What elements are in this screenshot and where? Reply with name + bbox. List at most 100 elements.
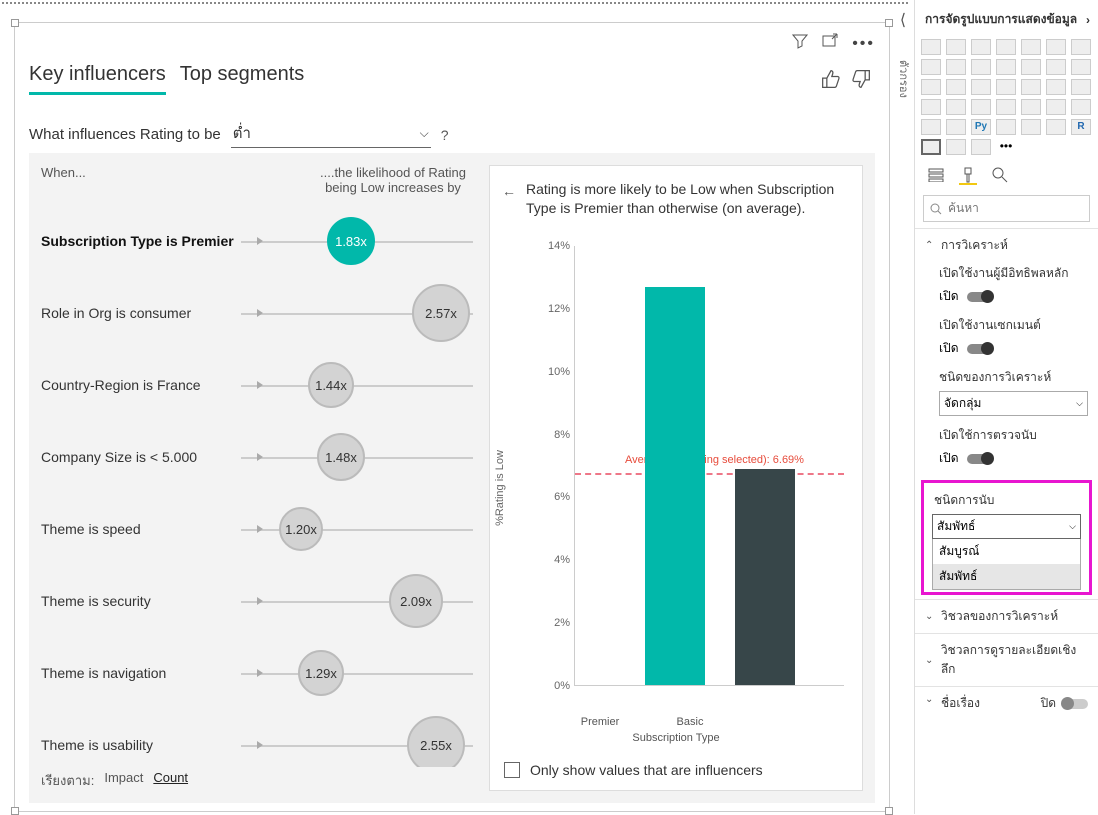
viz-type-icon[interactable]	[1046, 39, 1066, 55]
viz-type-icon[interactable]	[996, 79, 1016, 95]
section-analysis[interactable]: ⌃การวิเคราะห์	[915, 229, 1098, 262]
viz-type-icon[interactable]	[946, 79, 966, 95]
format-search-input[interactable]: ค้นหา	[923, 195, 1090, 222]
viz-type-icon[interactable]	[971, 139, 991, 155]
influencer-row[interactable]: Theme is speed1.20x	[41, 493, 473, 565]
influencer-row[interactable]: Country-Region is France1.44x	[41, 349, 473, 421]
influencer-bubble[interactable]: 1.48x	[317, 433, 365, 481]
viz-type-icon[interactable]	[1071, 99, 1091, 115]
option-absolute[interactable]: สัมบูรณ์	[933, 539, 1080, 564]
fields-tab-icon[interactable]	[927, 167, 945, 185]
viz-type-icon[interactable]	[946, 39, 966, 55]
section-vis-analysis[interactable]: ⌄วิชวลของการวิเคราะห์	[915, 600, 1098, 633]
viz-type-py-icon[interactable]: Py	[971, 119, 991, 135]
detail-text: Rating is more likely to be Low when Sub…	[526, 180, 846, 218]
viz-type-icon[interactable]	[996, 99, 1016, 115]
more-options-icon[interactable]: •••	[852, 35, 875, 53]
viz-type-icon[interactable]	[996, 119, 1016, 135]
viz-type-icon[interactable]	[971, 59, 991, 75]
influencer-row[interactable]: Company Size is < 5.0001.48x	[41, 421, 473, 493]
viz-type-icon[interactable]	[971, 99, 991, 115]
influencer-row[interactable]: Theme is navigation1.29x	[41, 637, 473, 709]
filter-icon[interactable]	[792, 33, 808, 54]
dropdown-count-type[interactable]: สัมพัทธ์⌵	[932, 514, 1081, 539]
toggle-enable-key[interactable]	[967, 292, 993, 302]
toggle-title[interactable]	[1062, 699, 1088, 709]
format-tab-icon[interactable]	[959, 167, 977, 185]
chevron-right-icon[interactable]: ›	[1086, 13, 1090, 27]
more-visuals-icon[interactable]: •••	[996, 139, 1016, 155]
collapse-rail-icon[interactable]: ⟨	[896, 10, 910, 30]
viz-type-icon[interactable]	[1071, 39, 1091, 55]
y-tick: 14%	[548, 240, 570, 252]
viz-type-icon[interactable]	[921, 119, 941, 135]
viz-type-icon[interactable]	[946, 59, 966, 75]
chart-bar[interactable]	[735, 469, 795, 685]
col-when: When...	[41, 165, 86, 195]
thumbs-up-icon[interactable]	[821, 69, 841, 94]
focus-mode-icon[interactable]	[822, 33, 838, 54]
influencer-bubble[interactable]: 2.55x	[407, 716, 465, 767]
thumbs-down-icon[interactable]	[851, 69, 871, 94]
section-vis-drill[interactable]: ⌄วิชวลการดูรายละเอียดเชิงลึก	[915, 634, 1098, 686]
viz-type-icon[interactable]	[1021, 39, 1041, 55]
influencer-bubble[interactable]: 2.09x	[389, 574, 443, 628]
sort-count[interactable]: Count	[153, 770, 188, 791]
x-category: Basic	[677, 716, 704, 728]
influence-value-dropdown[interactable]: ต่ำ ⌵	[231, 121, 431, 148]
y-tick: 12%	[548, 303, 570, 315]
influencer-row[interactable]: Theme is usability2.55x	[41, 709, 473, 767]
viz-type-icon[interactable]	[946, 99, 966, 115]
viz-type-icon[interactable]	[921, 79, 941, 95]
viz-type-icon[interactable]	[996, 39, 1016, 55]
only-influencers-checkbox[interactable]	[504, 762, 520, 778]
question-prefix: What influences Rating to be	[29, 126, 221, 143]
influencer-row[interactable]: Theme is security2.09x	[41, 565, 473, 637]
viz-type-r-icon[interactable]: R	[1071, 119, 1091, 135]
viz-type-icon[interactable]	[1046, 119, 1066, 135]
sort-impact[interactable]: Impact	[104, 770, 143, 791]
influencer-bubble[interactable]: 1.29x	[298, 650, 344, 696]
viz-type-icon[interactable]	[1071, 59, 1091, 75]
help-icon[interactable]: ?	[441, 127, 449, 143]
influencer-bubble[interactable]: 1.83x	[327, 217, 375, 265]
viz-type-icon[interactable]	[921, 59, 941, 75]
section-title[interactable]: ⌄ชื่อเรื่อง ปิด	[915, 687, 1098, 720]
viz-type-icon[interactable]	[921, 39, 941, 55]
dropdown-analysis-type[interactable]: จัดกลุ่ม⌵	[939, 391, 1088, 416]
influencer-row[interactable]: Subscription Type is Premier 1.83x	[41, 205, 473, 277]
viz-type-icon[interactable]	[1046, 79, 1066, 95]
viz-type-icon[interactable]	[1046, 99, 1066, 115]
label-enable-key: เปิดใช้งานผู้มีอิทธิพลหลัก	[915, 262, 1098, 285]
influencer-bubble[interactable]: 1.44x	[308, 362, 354, 408]
influencer-row[interactable]: Role in Org is consumer2.57x	[41, 277, 473, 349]
highlighted-count-type-area: ชนิดการนับ สัมพัทธ์⌵ สัมบูรณ์ สัมพัทธ์	[921, 480, 1092, 595]
viz-type-icon[interactable]	[946, 139, 966, 155]
back-arrow-icon[interactable]: ←	[502, 180, 516, 218]
chart-bar[interactable]	[645, 287, 705, 685]
x-category: Premier	[581, 716, 620, 728]
influencer-bubble[interactable]: 1.20x	[279, 507, 323, 551]
viz-type-icon[interactable]	[921, 99, 941, 115]
viz-type-icon[interactable]	[1071, 79, 1091, 95]
influencer-label: Subscription Type is Premier	[41, 233, 241, 249]
viz-type-icon[interactable]	[971, 39, 991, 55]
toggle-enable-count[interactable]	[967, 454, 993, 464]
toggle-enable-seg[interactable]	[967, 344, 993, 354]
viz-type-icon[interactable]	[996, 59, 1016, 75]
influencer-bubble[interactable]: 2.57x	[412, 284, 470, 342]
viz-type-icon[interactable]	[946, 119, 966, 135]
option-relative[interactable]: สัมพัทธ์	[933, 564, 1080, 589]
viz-type-icon[interactable]	[1021, 119, 1041, 135]
viz-type-icon[interactable]	[1046, 59, 1066, 75]
viz-type-icon[interactable]	[1021, 99, 1041, 115]
tab-top-segments[interactable]: Top segments	[180, 63, 305, 95]
viz-type-icon[interactable]	[1021, 59, 1041, 75]
tab-key-influencers[interactable]: Key influencers	[29, 63, 166, 95]
analytics-tab-icon[interactable]	[991, 167, 1009, 185]
visual-canvas: ••• Key influencers Top segments What in…	[14, 22, 890, 812]
viz-type-icon[interactable]	[1021, 79, 1041, 95]
viz-type-key-influencers-icon[interactable]	[921, 139, 941, 155]
viz-type-icon[interactable]	[971, 79, 991, 95]
filters-side-tab[interactable]: ตัวกรอง	[892, 60, 912, 98]
